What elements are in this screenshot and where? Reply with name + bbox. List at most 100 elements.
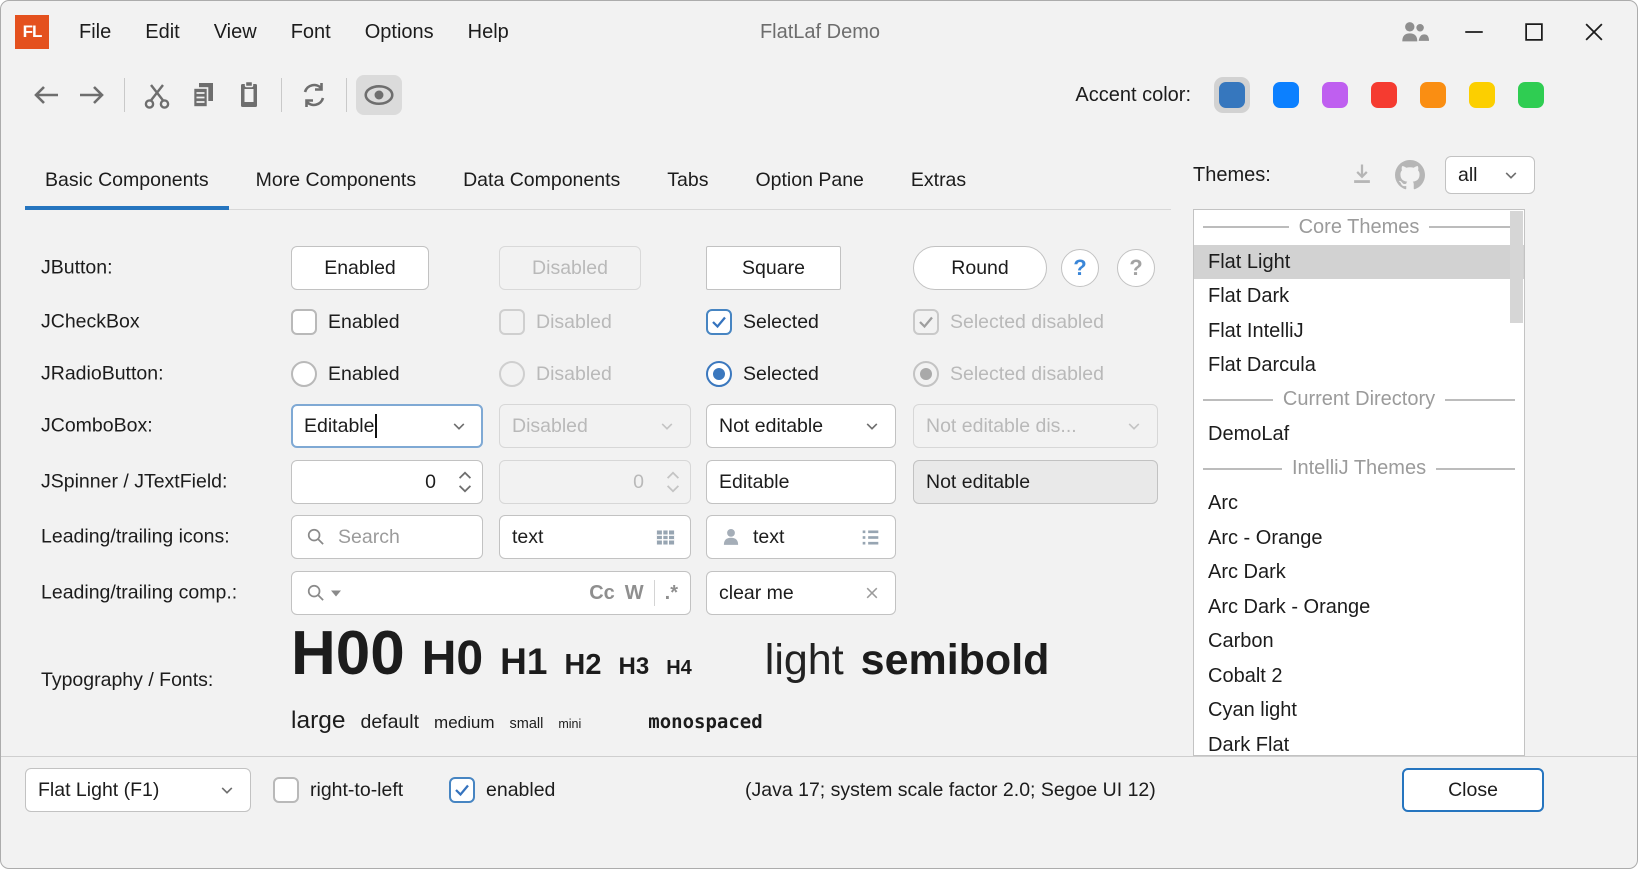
menu-help[interactable]: Help — [468, 21, 509, 44]
tab-tabs[interactable]: Tabs — [647, 151, 728, 209]
list-icon — [858, 525, 883, 550]
help-button[interactable]: ? — [1061, 249, 1099, 287]
tab-more-components[interactable]: More Components — [236, 151, 436, 209]
themes-filter-value: all — [1458, 164, 1478, 187]
text-field-trailing-table[interactable]: text — [499, 515, 691, 559]
theme-item-arc-dark-orange[interactable]: Arc Dark - Orange — [1194, 590, 1524, 625]
spinner-buttons[interactable] — [448, 470, 482, 494]
copy-button[interactable] — [180, 75, 226, 115]
menu-edit[interactable]: Edit — [145, 21, 179, 44]
tab-option-pane[interactable]: Option Pane — [735, 151, 883, 209]
close-button[interactable]: Close — [1402, 768, 1544, 812]
tab-basic-components[interactable]: Basic Components — [25, 151, 229, 209]
accent-swatch-green[interactable] — [1518, 82, 1544, 108]
h3-sample: H3 — [619, 653, 650, 681]
paste-icon — [233, 79, 265, 111]
enabled-checkbox[interactable]: enabled — [449, 768, 555, 812]
paste-button[interactable] — [226, 75, 272, 115]
check-icon — [710, 313, 728, 331]
themes-scrollbar-thumb[interactable] — [1510, 211, 1523, 323]
theme-item-flat-darcula[interactable]: Flat Darcula — [1194, 348, 1524, 383]
text-field-leading-user[interactable]: text — [706, 515, 896, 559]
spinner[interactable]: 0 — [291, 460, 483, 504]
checkbox-enabled[interactable]: Enabled — [291, 307, 400, 337]
checkbox-selected[interactable]: Selected — [706, 307, 819, 337]
font-size-samples: large default medium small mini monospac… — [291, 707, 763, 735]
help-button-disabled: ? — [1117, 249, 1155, 287]
divider — [1445, 399, 1515, 401]
accent-swatch-red[interactable] — [1371, 82, 1397, 108]
themes-filter-combo[interactable]: all — [1445, 156, 1535, 194]
row-jspinner: JSpinner / JTextField: 0 0 Editable Not … — [41, 460, 1171, 504]
row-jbutton: JButton: Enabled Disabled Square Round ?… — [41, 246, 1171, 290]
theme-item-carbon[interactable]: Carbon — [1194, 624, 1524, 659]
round-button[interactable]: Round — [913, 246, 1047, 290]
menu-view[interactable]: View — [214, 21, 257, 44]
h2-sample: H2 — [564, 649, 601, 682]
match-case-button[interactable]: Cc — [589, 582, 615, 605]
combobox-not-editable[interactable]: Not editable — [706, 404, 896, 448]
leading-trailing-comp-label: Leading/trailing comp.: — [41, 582, 237, 605]
menu-file[interactable]: File — [79, 21, 111, 44]
back-button[interactable] — [23, 75, 69, 115]
person-icon — [719, 525, 743, 549]
theme-item-flat-dark[interactable]: Flat Dark — [1194, 279, 1524, 314]
close-icon — [1580, 18, 1608, 46]
github-button[interactable] — [1393, 158, 1427, 192]
theme-item-cyan-light[interactable]: Cyan light — [1194, 693, 1524, 728]
maximize-button[interactable] — [1511, 11, 1557, 53]
app-logo: FL — [15, 15, 49, 49]
clearable-field[interactable]: clear me — [706, 571, 896, 615]
checkbox-selected-disabled: Selected disabled — [913, 307, 1104, 337]
search-with-options-field[interactable]: Cc W .* — [291, 571, 691, 615]
clear-icon[interactable] — [861, 582, 883, 604]
theme-item-dark-flat[interactable]: Dark Flat — [1194, 728, 1524, 757]
tab-extras[interactable]: Extras — [891, 151, 986, 209]
theme-item-cobalt-2[interactable]: Cobalt 2 — [1194, 659, 1524, 694]
text-caret — [375, 414, 377, 438]
search-menu-button[interactable] — [304, 581, 341, 605]
regex-button[interactable]: .* — [665, 582, 678, 605]
divider — [1203, 399, 1273, 401]
bottombar: Flat Light (F1) right-to-left enabled (J… — [1, 756, 1637, 868]
theme-item-arc-orange[interactable]: Arc - Orange — [1194, 521, 1524, 556]
radio-enabled[interactable]: Enabled — [291, 359, 400, 389]
theme-item-demolaf[interactable]: DemoLaf — [1194, 417, 1524, 452]
cut-button[interactable] — [134, 75, 180, 115]
menu-options[interactable]: Options — [365, 21, 434, 44]
minimize-button[interactable] — [1451, 11, 1497, 53]
show-hidden-toggle-button[interactable] — [356, 75, 402, 115]
theme-item-arc[interactable]: Arc — [1194, 486, 1524, 521]
theme-item-flat-light[interactable]: Flat Light — [1194, 245, 1524, 280]
toolbar: Accent color: — [1, 63, 1637, 127]
accent-swatch-blue[interactable] — [1273, 82, 1299, 108]
large-sample: large — [291, 707, 345, 735]
forward-button[interactable] — [69, 75, 115, 115]
laf-selector-combo[interactable]: Flat Light (F1) — [25, 768, 251, 812]
accent-swatch-orange[interactable] — [1420, 82, 1446, 108]
enabled-button[interactable]: Enabled — [291, 246, 429, 290]
whole-word-button[interactable]: W — [625, 582, 644, 605]
download-theme-button[interactable] — [1345, 158, 1379, 192]
square-button[interactable]: Square — [706, 246, 841, 290]
search-field[interactable]: Search — [291, 515, 483, 559]
tab-data-components[interactable]: Data Components — [443, 151, 640, 209]
menu-font[interactable]: Font — [291, 21, 331, 44]
close-window-button[interactable] — [1571, 11, 1617, 53]
checkbox-disabled: Disabled — [499, 307, 612, 337]
accent-swatch-default[interactable] — [1214, 77, 1250, 113]
status-text: (Java 17; system scale factor 2.0; Segoe… — [745, 768, 1156, 812]
spinner-value[interactable]: 0 — [292, 471, 448, 494]
users-button[interactable] — [1391, 11, 1437, 53]
theme-item-arc-dark[interactable]: Arc Dark — [1194, 555, 1524, 590]
right-to-left-checkbox[interactable]: right-to-left — [273, 768, 403, 812]
chevron-down-icon — [216, 779, 238, 801]
refresh-button[interactable] — [291, 75, 337, 115]
radio-selected[interactable]: Selected — [706, 359, 819, 389]
textfield-editable[interactable]: Editable — [706, 460, 896, 504]
combobox-editable[interactable]: Editable — [291, 404, 483, 448]
theme-item-flat-intellij[interactable]: Flat IntelliJ — [1194, 314, 1524, 349]
accent-swatch-yellow[interactable] — [1469, 82, 1495, 108]
textfield-value: Not editable — [926, 471, 1030, 494]
accent-swatch-purple[interactable] — [1322, 82, 1348, 108]
